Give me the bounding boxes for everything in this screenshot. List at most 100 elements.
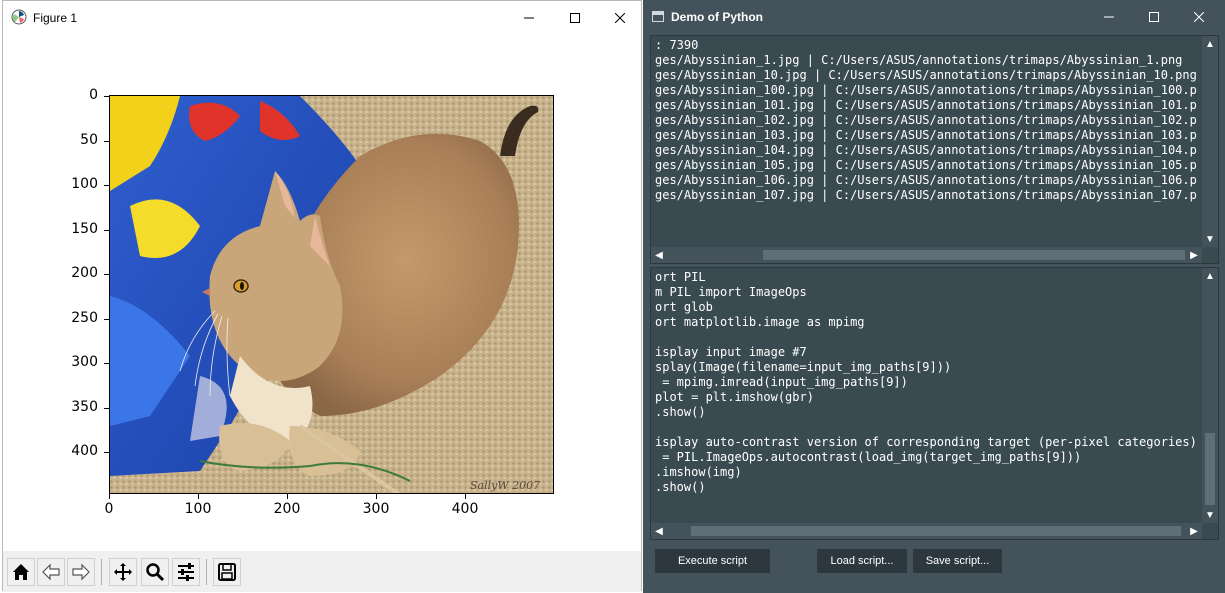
demo-window: Demo of Python : 7390 ges/Abyssinian_1.jp… — [643, 0, 1225, 593]
output-line: ges/Abyssinian_105.jpg | C:/Users/ASUS/a… — [655, 158, 1198, 172]
y-tick-label: 0 — [89, 87, 98, 103]
script-line: splay(Image(filename=input_img_paths[9])… — [655, 360, 952, 374]
chevron-down-icon[interactable]: ▼ — [1202, 507, 1218, 523]
cat-image: SallyW 2007 — [110, 96, 553, 493]
script-line — [655, 330, 1198, 345]
figure-titlebar[interactable]: Figure 1 — [3, 1, 641, 34]
matplotlib-icon — [11, 9, 27, 25]
x-tick-label: 200 — [273, 501, 301, 517]
output-vertical-scrollbar[interactable]: ▲ ▼ — [1202, 36, 1218, 247]
save-icon — [218, 563, 236, 581]
script-line: .show() — [655, 405, 706, 419]
output-line: ges/Abyssinian_1.jpg | C:/Users/ASUS/ann… — [655, 53, 1183, 67]
image-plot[interactable]: SallyW 2007 — [109, 95, 554, 494]
script-editor-pane[interactable]: ort PIL m PIL import ImageOps ort glob ort … — [650, 267, 1219, 540]
chevron-left-icon[interactable]: ◀ — [651, 247, 667, 263]
save-figure-button[interactable] — [213, 558, 241, 586]
output-line: ges/Abyssinian_103.jpg | C:/Users/ASUS/a… — [655, 128, 1198, 142]
output-line: ges/Abyssinian_101.jpg | C:/Users/ASUS/a… — [655, 98, 1198, 112]
x-tick-mark — [465, 494, 466, 499]
x-tick-label: 100 — [184, 501, 212, 517]
execute-script-button[interactable]: Execute script — [655, 549, 770, 573]
y-tick-label: 50 — [80, 132, 98, 148]
figure-window: Figure 1 0 50 100 150 200 250 300 350 40… — [2, 0, 642, 592]
chevron-right-icon[interactable]: ▶ — [1186, 247, 1202, 263]
close-button[interactable] — [1176, 0, 1222, 33]
minimize-button[interactable] — [506, 1, 552, 34]
chevron-up-icon[interactable]: ▲ — [1202, 268, 1218, 284]
output-pane[interactable]: : 7390 ges/Abyssinian_1.jpg | C:/Users/AS… — [650, 35, 1219, 264]
home-button[interactable] — [7, 558, 35, 586]
output-log: : 7390 ges/Abyssinian_1.jpg | C:/Users/AS… — [655, 38, 1198, 203]
close-icon — [615, 12, 625, 23]
script-line — [655, 420, 1198, 435]
maximize-button[interactable] — [1131, 0, 1177, 33]
maximize-icon — [570, 12, 580, 23]
output-line: ges/Abyssinian_100.jpg | C:/Users/ASUS/a… — [655, 83, 1198, 97]
y-tick-label: 250 — [71, 310, 98, 326]
save-script-button[interactable]: Save script... — [913, 549, 1002, 573]
script-line: = mpimg.imread(input_img_paths[9]) — [655, 375, 908, 389]
output-line: ges/Abyssinian_106.jpg | C:/Users/ASUS/a… — [655, 173, 1198, 187]
forward-button[interactable] — [67, 558, 95, 586]
y-tick-label: 400 — [71, 443, 98, 459]
script-line: plot = plt.imshow(gbr) — [655, 390, 814, 404]
script-line: ort matplotlib.image as mpimg — [655, 315, 865, 329]
minimize-icon — [524, 17, 534, 18]
configure-subplots-icon — [178, 563, 194, 581]
script-line: isplay input image #7 — [655, 345, 807, 359]
pan-icon — [114, 563, 132, 581]
y-tick-label: 150 — [71, 221, 98, 237]
script-horizontal-scrollbar[interactable]: ◀ ▶ — [651, 523, 1202, 539]
maximize-icon — [1149, 11, 1159, 22]
x-tick-label: 300 — [362, 501, 390, 517]
window-app-icon — [652, 11, 664, 22]
output-horizontal-scrollbar[interactable]: ◀ ▶ — [651, 247, 1202, 263]
chevron-down-icon[interactable]: ▼ — [1202, 231, 1218, 247]
chevron-up-icon[interactable]: ▲ — [1202, 36, 1218, 52]
output-line: ges/Abyssinian_104.jpg | C:/Users/ASUS/a… — [655, 143, 1198, 157]
forward-arrow-icon — [72, 563, 90, 581]
y-tick-label: 350 — [71, 399, 98, 415]
minimize-button[interactable] — [1086, 0, 1132, 33]
watermark-text: SallyW 2007 — [470, 479, 540, 492]
figure-canvas[interactable]: 0 50 100 150 200 250 300 350 400 SallyW … — [3, 34, 641, 551]
demo-titlebar[interactable]: Demo of Python — [643, 0, 1225, 33]
toolbar-separator — [101, 559, 102, 585]
x-tick-mark — [198, 494, 199, 499]
load-script-button[interactable]: Load script... — [817, 549, 907, 573]
output-line: ges/Abyssinian_10.jpg | C:/Users/ASUS/an… — [655, 68, 1197, 82]
script-line: .show() — [655, 480, 706, 494]
script-vertical-scrollbar[interactable]: ▲ ▼ — [1202, 268, 1218, 523]
y-tick-label: 300 — [71, 354, 98, 370]
maximize-button[interactable] — [552, 1, 598, 34]
chevron-right-icon[interactable]: ▶ — [1186, 523, 1202, 539]
figure-title: Figure 1 — [33, 11, 78, 25]
script-line: ort glob — [655, 300, 713, 314]
x-tick-mark — [287, 494, 288, 499]
y-tick-label: 200 — [71, 265, 98, 281]
output-line: ges/Abyssinian_102.jpg | C:/Users/ASUS/a… — [655, 113, 1198, 127]
close-button[interactable] — [597, 1, 643, 34]
output-line: ges/Abyssinian_107.jpg | C:/Users/ASUS/a… — [655, 188, 1198, 202]
scroll-thumb[interactable] — [763, 250, 1185, 260]
script-line: m PIL import ImageOps — [655, 285, 807, 299]
script-line: ort PIL — [655, 270, 706, 284]
output-line: : 7390 — [655, 38, 699, 52]
chevron-left-icon[interactable]: ◀ — [651, 523, 667, 539]
configure-subplots-button[interactable] — [172, 558, 200, 586]
navigation-toolbar — [3, 551, 641, 592]
script-line: .imshow(img) — [655, 465, 742, 479]
back-arrow-icon — [42, 563, 60, 581]
minimize-icon — [1104, 16, 1114, 17]
y-tick-label: 100 — [71, 176, 98, 192]
script-editor[interactable]: ort PIL m PIL import ImageOps ort glob ort … — [655, 270, 1198, 495]
back-button[interactable] — [37, 558, 65, 586]
close-icon — [1194, 11, 1204, 22]
scroll-thumb[interactable] — [691, 526, 1181, 536]
pan-button[interactable] — [109, 558, 137, 586]
zoom-button[interactable] — [141, 558, 169, 586]
scroll-thumb[interactable] — [1205, 433, 1215, 505]
home-icon — [13, 564, 29, 580]
script-line: = PIL.ImageOps.autocontrast(load_img(tar… — [655, 450, 1082, 464]
